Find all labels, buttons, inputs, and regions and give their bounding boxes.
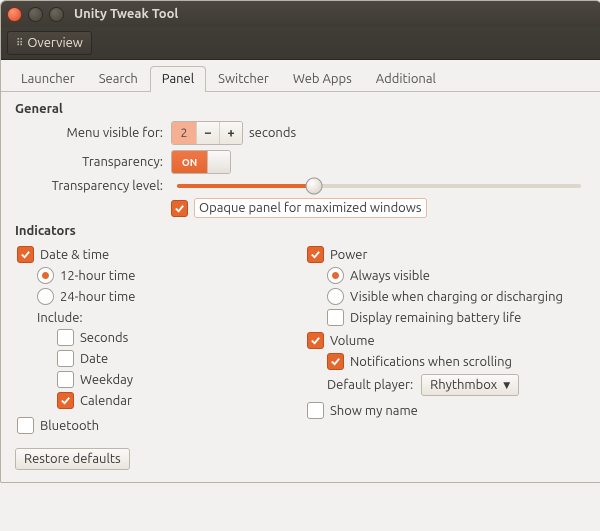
titlebar: Unity Tweak Tool (1, 1, 600, 27)
power-always-radio[interactable] (327, 267, 344, 284)
menu-visible-value: 2 (172, 122, 196, 144)
power-remaining-checkbox[interactable] (327, 309, 344, 326)
include-label: Include: (37, 311, 83, 325)
slider-thumb[interactable] (306, 178, 323, 195)
toolbar: ⠿ Overview (1, 27, 600, 60)
indicators-left-column: Date & time 12-hour time 24-hour time In… (15, 242, 297, 438)
power-always-label: Always visible (350, 269, 430, 283)
power-charging-radio[interactable] (327, 288, 344, 305)
panel-page: General Menu visible for: 2 − + seconds … (1, 92, 600, 482)
time-12h-radio[interactable] (37, 267, 54, 284)
menu-visible-label: Menu visible for: (15, 126, 171, 140)
include-weekday-checkbox[interactable] (57, 371, 74, 388)
general-heading: General (15, 102, 587, 116)
time-24h-label: 24-hour time (60, 290, 135, 304)
transparency-slider[interactable] (177, 184, 581, 188)
chevron-down-icon: ▼ (503, 380, 510, 391)
toggle-on-text: ON (172, 151, 207, 173)
minimize-icon[interactable] (28, 7, 43, 22)
maximize-icon[interactable] (49, 7, 64, 22)
opaque-panel-checkbox[interactable] (171, 200, 188, 217)
transparency-toggle[interactable]: ON (171, 150, 231, 174)
slider-fill (177, 184, 314, 188)
tab-web-apps[interactable]: Web Apps (281, 66, 364, 91)
date-time-label: Date & time (40, 248, 109, 262)
volume-notif-checkbox[interactable] (327, 353, 344, 370)
volume-checkbox[interactable] (307, 332, 324, 349)
show-name-label: Show my name (330, 404, 418, 418)
indicators-heading: Indicators (15, 224, 587, 238)
menu-visible-stepper[interactable]: 2 − + (171, 121, 243, 145)
volume-notif-label: Notifications when scrolling (350, 355, 512, 369)
time-12h-label: 12-hour time (60, 269, 135, 283)
include-calendar-label: Calendar (80, 394, 132, 408)
tab-bar: Launcher Search Panel Switcher Web Apps … (1, 60, 600, 92)
show-name-checkbox[interactable] (307, 402, 324, 419)
bluetooth-checkbox[interactable] (17, 417, 34, 434)
tab-switcher[interactable]: Switcher (206, 66, 281, 91)
time-24h-radio[interactable] (37, 288, 54, 305)
overview-button[interactable]: ⠿ Overview (7, 31, 92, 55)
app-window: Unity Tweak Tool ⠿ Overview Launcher Sea… (0, 0, 600, 483)
date-time-checkbox[interactable] (17, 246, 34, 263)
stepper-minus-button[interactable]: − (196, 122, 219, 144)
toggle-knob (207, 151, 230, 173)
power-remaining-label: Display remaining battery life (350, 311, 521, 325)
menu-visible-unit: seconds (249, 126, 296, 140)
stepper-plus-button[interactable]: + (219, 122, 242, 144)
default-player-value: Rhythmbox (430, 378, 497, 392)
include-date-checkbox[interactable] (57, 350, 74, 367)
transparency-level-label: Transparency level: (15, 179, 171, 193)
window-title: Unity Tweak Tool (74, 7, 178, 21)
overview-label: Overview (27, 36, 83, 50)
include-seconds-checkbox[interactable] (57, 329, 74, 346)
tab-search[interactable]: Search (87, 66, 150, 91)
tab-panel[interactable]: Panel (150, 66, 206, 91)
include-calendar-checkbox[interactable] (57, 392, 74, 409)
power-charging-label: Visible when charging or discharging (350, 290, 563, 304)
default-player-select[interactable]: Rhythmbox ▼ (421, 374, 519, 396)
include-seconds-label: Seconds (80, 331, 128, 345)
volume-label: Volume (330, 334, 375, 348)
default-player-label: Default player: (327, 378, 413, 392)
bluetooth-label: Bluetooth (40, 419, 99, 433)
include-weekday-label: Weekday (80, 373, 133, 387)
tab-additional[interactable]: Additional (364, 66, 448, 91)
restore-defaults-button[interactable]: Restore defaults (15, 448, 130, 470)
indicators-right-column: Power Always visible Visible when chargi… (305, 242, 587, 438)
include-date-label: Date (80, 352, 108, 366)
transparency-label: Transparency: (15, 155, 171, 169)
power-label: Power (330, 248, 367, 262)
close-icon[interactable] (7, 7, 22, 22)
power-checkbox[interactable] (307, 246, 324, 263)
grid-icon: ⠿ (16, 37, 23, 49)
opaque-panel-label: Opaque panel for maximized windows (194, 198, 427, 218)
tab-launcher[interactable]: Launcher (9, 66, 87, 91)
